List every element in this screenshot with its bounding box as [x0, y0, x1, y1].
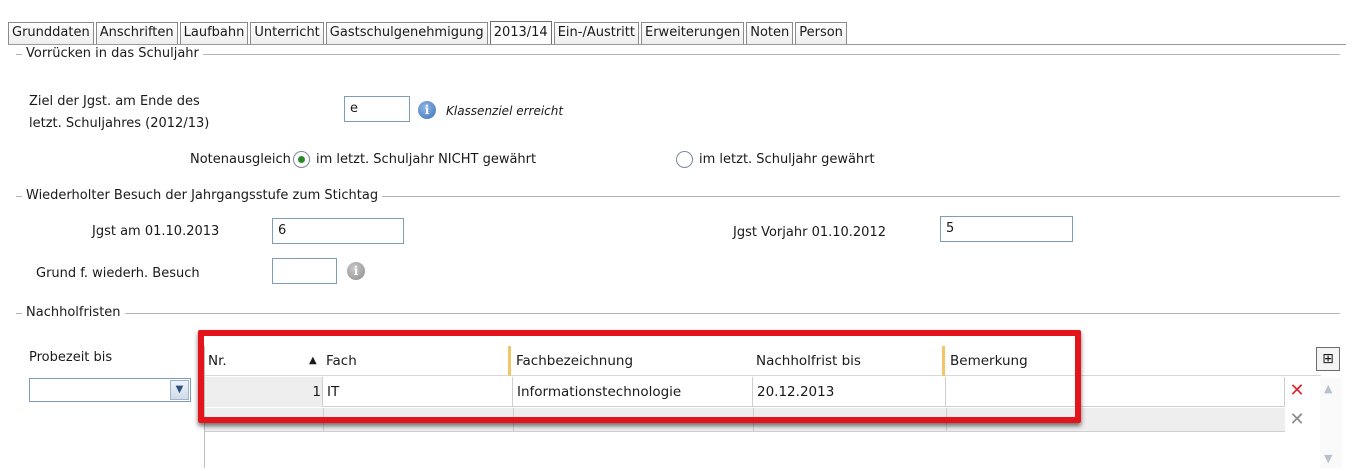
ziel-info-text: Klassenziel erreicht: [446, 104, 564, 118]
vertical-scrollbar[interactable]: ▲ ▼: [1320, 378, 1342, 468]
grund-label: Grund f. wiederh. Besuch: [36, 266, 200, 281]
section-title-nachholfristen: Nachholfristen: [22, 305, 125, 321]
table-row[interactable]: 1 IT Informationstechnologie 20.12.2013: [205, 377, 1285, 407]
chevron-down-icon[interactable]: ▼: [170, 380, 189, 400]
section-title-vorruecken: Vorrücken in das Schuljahr: [22, 46, 203, 62]
tab-divider: [8, 44, 1346, 45]
ziel-label-line1: Ziel der Jgst. am Ende des: [29, 94, 200, 109]
tab-bar: Grunddaten Anschriften Laufbahn Unterric…: [8, 20, 849, 45]
col-header-bemerkung[interactable]: Bemerkung: [950, 346, 1028, 376]
radio-nicht-gewaehrt-label[interactable]: im letzt. Schuljahr NICHT gewährt: [316, 151, 536, 168]
row-divider: [323, 408, 324, 432]
nachholfristen-grid: Nr. ▲ Fach Fachbezeichnung Nachholfrist …: [204, 346, 1321, 468]
tab-laufbahn[interactable]: Laufbahn: [179, 22, 249, 44]
row-divider: [946, 408, 947, 432]
column-settings-icon[interactable]: ⊞: [1316, 347, 1340, 371]
cell-fach[interactable]: IT: [323, 377, 513, 407]
cell-nachholfrist[interactable]: 20.12.2013: [753, 377, 946, 407]
scroll-down-icon[interactable]: ▼: [1324, 452, 1332, 465]
column-separator[interactable]: [942, 346, 945, 376]
tab-grunddaten[interactable]: Grunddaten: [8, 22, 94, 44]
row-divider: [513, 408, 514, 432]
cell-nr: 1: [205, 377, 323, 407]
radio-nicht-gewaehrt[interactable]: [293, 151, 310, 168]
delete-row-icon[interactable]: ✕: [1287, 381, 1307, 401]
radio-gewaehrt-label[interactable]: im letzt. Schuljahr gewährt: [699, 151, 875, 168]
grid-header: Nr. ▲ Fach Fachbezeichnung Nachholfrist …: [205, 346, 1321, 376]
sort-asc-icon: ▲: [309, 355, 317, 366]
col-header-fachbezeichnung[interactable]: Fachbezeichnung: [516, 346, 633, 376]
column-separator[interactable]: [508, 346, 511, 376]
section-title-wiederholter: Wiederholter Besuch der Jahrgangsstufe z…: [22, 188, 383, 204]
jgst-vorjahr-label: Jgst Vorjahr 01.10.2012: [733, 225, 886, 240]
row-divider: [753, 408, 754, 432]
jgst-label: Jgst am 01.10.2013: [92, 224, 220, 239]
section-nachholfristen: Nachholfristen: [16, 305, 1340, 321]
col-header-fach[interactable]: Fach: [326, 346, 357, 376]
grund-input[interactable]: [272, 258, 337, 284]
tab-unterricht[interactable]: Unterricht: [250, 22, 324, 44]
probezeit-combo[interactable]: ▼: [29, 378, 191, 402]
info-icon-grey: i: [347, 262, 365, 280]
section-vorruecken: Vorrücken in das Schuljahr: [16, 46, 1340, 62]
tab-person[interactable]: Person: [795, 22, 847, 44]
cell-fachbezeichnung[interactable]: Informationstechnologie: [513, 377, 753, 407]
tab-anschriften[interactable]: Anschriften: [95, 22, 178, 44]
jgst-input[interactable]: 6: [272, 218, 404, 244]
tab-ein-austritt[interactable]: Ein-/Austritt: [553, 22, 639, 44]
jgst-vorjahr-input[interactable]: 5: [940, 216, 1073, 242]
info-icon[interactable]: i: [418, 101, 436, 119]
tab-erweiterungen[interactable]: Erweiterungen: [641, 22, 745, 44]
section-wiederholter: Wiederholter Besuch der Jahrgangsstufe z…: [16, 188, 1340, 204]
probezeit-label: Probezeit bis: [29, 350, 113, 365]
tab-2013-14[interactable]: 2013/14: [489, 21, 552, 45]
ziel-label-line2: letzt. Schuljahres (2012/13): [29, 116, 210, 131]
scroll-up-icon[interactable]: ▲: [1324, 382, 1332, 395]
radio-gewaehrt[interactable]: [676, 151, 693, 168]
delete-row-icon-disabled: ✕: [1289, 409, 1305, 430]
tab-gastschulgenehmigung[interactable]: Gastschulgenehmigung: [325, 22, 488, 44]
col-header-nachholfrist[interactable]: Nachholfrist bis: [756, 346, 861, 376]
col-header-nr[interactable]: Nr.: [208, 346, 227, 376]
notenausgleich-label: Notenausgleich: [190, 152, 291, 167]
cell-bemerkung[interactable]: [946, 377, 1285, 407]
table-row-new[interactable]: [205, 408, 1285, 432]
tab-noten[interactable]: Noten: [746, 22, 794, 44]
ziel-input[interactable]: e: [344, 96, 410, 122]
